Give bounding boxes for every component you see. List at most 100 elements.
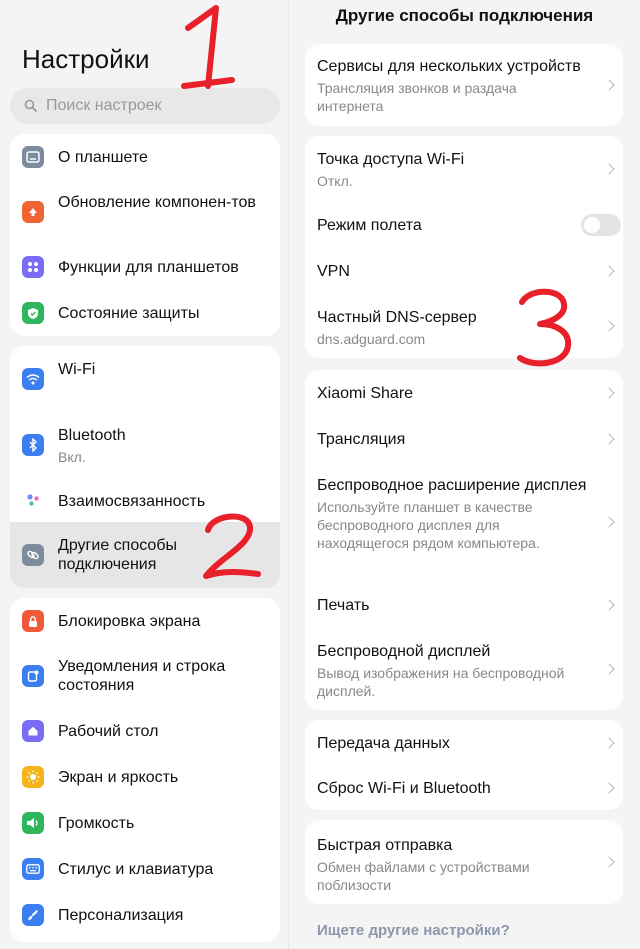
- search-input[interactable]: [46, 97, 266, 115]
- brightness-icon: [22, 766, 44, 788]
- sidebar-item-label: Взаимосвязанность: [58, 493, 206, 510]
- row-label: Частный DNS-сервер: [317, 309, 477, 326]
- row-wireless-display[interactable]: Беспроводной дисплей Вывод изображения на…: [305, 630, 623, 710]
- sidebar-item-label: Состояние защиты: [58, 305, 200, 322]
- row-xiaomi-share[interactable]: Xiaomi Share: [305, 370, 623, 416]
- sidebar-item-bluetooth[interactable]: Bluetooth Вкл.: [10, 412, 280, 478]
- row-label: Беспроводной дисплей: [317, 643, 491, 660]
- detail-pane: Другие способы подключения Сервисы для н…: [289, 0, 640, 949]
- bluetooth-icon: [22, 434, 44, 456]
- chevron-right-icon: [603, 516, 615, 528]
- page-title: Другие способы подключения: [335, 6, 594, 25]
- row-private-dns[interactable]: Частный DNS-сервер dns.adguard.com: [305, 294, 623, 358]
- notification-icon: [22, 665, 44, 687]
- row-description: Используйте планшет в качестве беспровод…: [317, 499, 540, 551]
- sidebar-item-label: Персонализация: [58, 907, 184, 924]
- sidebar-group-personal: Блокировка экрана Уведомления и строка с…: [10, 598, 280, 942]
- row-vpn[interactable]: VPN: [305, 248, 623, 294]
- volume-icon: [22, 812, 44, 834]
- chevron-right-icon: [603, 663, 615, 675]
- link-icon: [22, 544, 44, 566]
- keyboard-icon: [22, 858, 44, 880]
- shield-icon: [22, 302, 44, 324]
- chevron-right-icon: [603, 782, 615, 794]
- chevron-right-icon: [603, 387, 615, 399]
- sidebar-item-updates[interactable]: Обновление компонен-тов: [10, 180, 280, 244]
- more-settings-link[interactable]: Ищете другие настройки?: [317, 922, 510, 939]
- sidebar-item-label: Громкость: [58, 815, 135, 832]
- row-cast[interactable]: Трансляция: [305, 416, 623, 462]
- sidebar-item-lock-screen[interactable]: Блокировка экрана: [10, 598, 280, 644]
- sidebar-item-label: Обновление компонен-тов: [58, 194, 256, 211]
- sidebar-item-protection[interactable]: Состояние защиты: [10, 290, 280, 336]
- sidebar-item-stylus-keyboard[interactable]: Стилус и клавиатура: [10, 846, 280, 892]
- sidebar-group-device: О планшете Обновление компонен-тов Функц…: [10, 134, 280, 336]
- sidebar-item-volume[interactable]: Громкость: [10, 800, 280, 846]
- chevron-right-icon: [603, 163, 615, 175]
- row-description: dns.adguard.com: [317, 331, 426, 347]
- sidebar-item-label: Блокировка экрана: [58, 613, 201, 630]
- row-description: Трансляция звонков и раздача интернета: [317, 80, 517, 114]
- row-airplane-mode[interactable]: Режим полета: [305, 202, 623, 248]
- chevron-right-icon: [603, 79, 615, 91]
- sidebar-item-about[interactable]: О планшете: [10, 134, 280, 180]
- row-quick-send[interactable]: Быстрая отправка Обмен файлами с устройст…: [305, 820, 623, 904]
- sidebar-item-label: Стилус и клавиатура: [58, 861, 214, 878]
- row-print[interactable]: Печать: [305, 584, 623, 630]
- update-icon: [22, 201, 44, 223]
- lock-icon: [22, 610, 44, 632]
- sidebar-item-label: Функции для планшетов: [58, 259, 239, 276]
- sidebar-item-label: Bluetooth Вкл.: [58, 426, 268, 467]
- airplane-mode-toggle[interactable]: [581, 214, 621, 236]
- group-casting: Xiaomi Share Трансляция Беспроводное рас…: [305, 370, 623, 710]
- sidebar-item-label: Рабочий стол: [58, 723, 159, 740]
- row-wireless-display-extension[interactable]: Беспроводное расширение дисплея Используй…: [305, 462, 623, 584]
- apps-icon: [22, 256, 44, 278]
- chevron-right-icon: [603, 265, 615, 277]
- row-reset-wifi-bluetooth[interactable]: Сброс Wi-Fi и Bluetooth: [305, 765, 623, 810]
- chevron-right-icon: [603, 599, 615, 611]
- sidebar-item-personalization[interactable]: Персонализация: [10, 892, 280, 938]
- row-label: Беспроводное расширение дисплея: [317, 477, 587, 494]
- group-network: Точка доступа Wi-Fi Откл. Режим полета VP…: [305, 136, 623, 358]
- row-data-transfer[interactable]: Передача данных: [305, 720, 623, 765]
- brush-icon: [22, 904, 44, 926]
- sidebar-item-notifications[interactable]: Уведомления и строка состояния: [10, 644, 280, 708]
- chevron-right-icon: [603, 433, 615, 445]
- chevron-right-icon: [603, 856, 615, 868]
- row-description: Обмен файлами с устройствами поблизости: [317, 859, 530, 893]
- group-quick-send: Быстрая отправка Обмен файлами с устройст…: [305, 820, 623, 904]
- row-label: Точка доступа Wi-Fi: [317, 151, 465, 168]
- row-label: Трансляция: [317, 431, 406, 448]
- sidebar-item-label: О планшете: [58, 149, 148, 166]
- row-description: Откл.: [317, 173, 353, 189]
- row-label: Xiaomi Share: [317, 385, 414, 402]
- sidebar-item-label: Wi-Fi: [58, 361, 96, 378]
- row-label: Передача данных: [317, 735, 450, 752]
- row-label: VPN: [317, 263, 350, 280]
- sidebar-item-home-screen[interactable]: Рабочий стол: [10, 708, 280, 754]
- row-wifi-hotspot[interactable]: Точка доступа Wi-Fi Откл.: [305, 136, 623, 202]
- sidebar-item-label: Уведомления и строка состояния: [58, 658, 226, 694]
- row-label: Печать: [317, 597, 370, 614]
- connectivity-icon: [22, 489, 44, 511]
- sidebar-item-wifi[interactable]: Wi-Fi: [10, 346, 280, 412]
- sidebar-item-label: Другие способы подключения: [58, 537, 177, 573]
- settings-sidebar: Настройки О планшете Обновление компонен…: [0, 0, 288, 949]
- home-icon: [22, 720, 44, 742]
- app-title: Настройки: [22, 44, 150, 74]
- group-multi-device: Сервисы для нескольких устройств Трансляц…: [305, 44, 623, 126]
- row-label: Сервисы для нескольких устройств: [317, 58, 581, 75]
- sidebar-item-display[interactable]: Экран и яркость: [10, 754, 280, 800]
- row-multi-device-services[interactable]: Сервисы для нескольких устройств Трансляц…: [305, 44, 623, 126]
- row-description: Вывод изображения на беспроводной диспле…: [317, 665, 565, 699]
- sidebar-item-interconnectivity[interactable]: Взаимосвязанность: [10, 478, 280, 522]
- sidebar-item-other-connections[interactable]: Другие способы подключения: [10, 522, 280, 588]
- wifi-icon: [22, 368, 44, 390]
- chevron-right-icon: [603, 320, 615, 332]
- tablet-icon: [22, 146, 44, 168]
- search-icon: [24, 99, 38, 113]
- sidebar-item-tablet-features[interactable]: Функции для планшетов: [10, 244, 280, 290]
- search-bar[interactable]: [10, 88, 280, 124]
- group-data: Передача данных Сброс Wi-Fi и Bluetooth: [305, 720, 623, 810]
